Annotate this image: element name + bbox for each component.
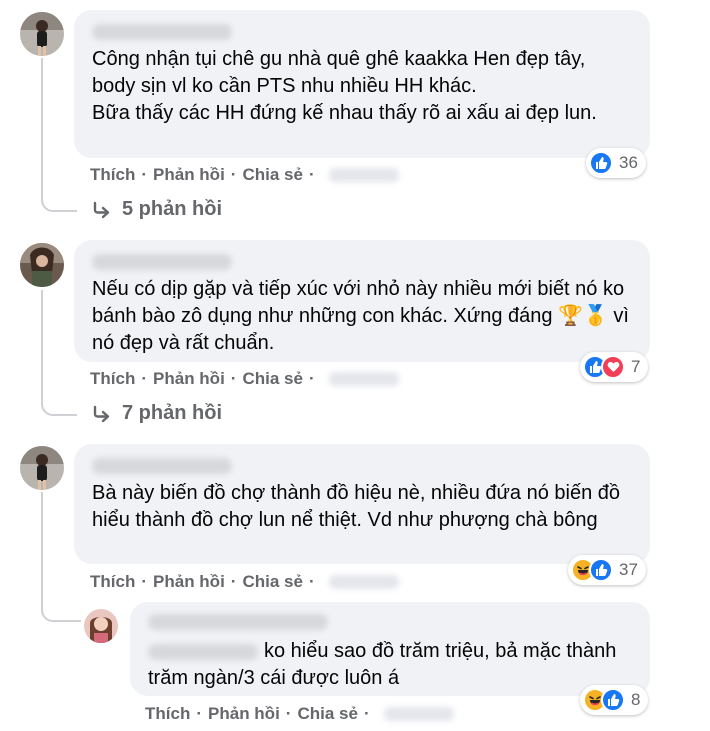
separator: · [141,165,148,184]
separator: · [196,704,203,723]
thread-line [41,58,43,198]
thread-curve [41,588,81,622]
avatar[interactable] [20,446,64,490]
comment-actions: Thích · Phản hồi · Chia sẻ · [90,369,399,389]
thread-curve [41,384,77,416]
timestamp[interactable] [328,168,399,182]
avatar[interactable] [20,12,64,56]
reaction-count: 8 [631,690,641,709]
reply-button[interactable]: Phản hồi [153,572,225,592]
share-button[interactable]: Chia sẻ [242,369,302,389]
author-name[interactable] [92,458,232,474]
separator: · [141,572,148,591]
love-reaction-icon [601,355,625,379]
avatar[interactable] [20,243,64,287]
reply-button[interactable]: Phản hồi [208,704,280,724]
comment-bubble: Bà này biến đồ chợ thành đồ hiệu nè, nhi… [74,444,650,564]
reply-arrow-icon [93,201,110,218]
reaction-count: 7 [631,357,641,376]
separator: · [230,165,237,184]
like-button[interactable]: Thích [90,165,135,185]
share-button[interactable]: Chia sẻ [242,165,302,185]
share-button[interactable]: Chia sẻ [297,704,357,724]
reply-button[interactable]: Phản hồi [153,165,225,185]
separator: · [230,369,237,388]
reaction-summary[interactable]: 8 [580,685,649,715]
author-name[interactable] [92,254,232,270]
reply-actions: Thích · Phản hồi · Chia sẻ · [145,704,454,724]
like-reaction-icon [589,151,613,175]
timestamp[interactable] [383,707,454,721]
share-button[interactable]: Chia sẻ [242,572,302,592]
reply-bubble: ko hiểu sao đồ trăm triệu, bả mặc thành … [130,602,650,696]
reply-text: ko hiểu sao đồ trăm triệu, bả mặc thành … [148,638,632,692]
thread-curve [41,180,77,212]
view-replies-link[interactable]: 7 phản hồi [92,402,222,425]
separator: · [230,572,237,591]
like-button[interactable]: Thích [90,572,135,592]
author-name[interactable] [148,614,328,630]
timestamp[interactable] [328,372,399,386]
replies-count-label: 5 phản hồi [122,198,222,220]
like-reaction-icon [601,688,625,712]
timestamp[interactable] [328,575,399,589]
comment-text: Bà này biến đồ chợ thành đồ hiệu nè, nhi… [92,482,626,531]
reaction-count: 36 [619,153,638,172]
comment-bubble: Nếu có dịp gặp và tiếp xúc với nhỏ này n… [74,240,650,362]
reply-button[interactable]: Phản hồi [153,369,225,389]
comment-actions: Thích · Phản hồi · Chia sẻ · [90,165,399,185]
reaction-summary[interactable]: 37 [568,555,646,585]
replies-count-label: 7 phản hồi [122,402,222,424]
comment-actions: Thích · Phản hồi · Chia sẻ · [90,572,399,592]
view-replies-link[interactable]: 5 phản hồi [92,198,222,221]
comment-text: Nếu có dịp gặp và tiếp xúc với nhỏ này n… [92,278,635,354]
like-button[interactable]: Thích [90,369,135,389]
separator: · [308,369,315,388]
like-button[interactable]: Thích [145,704,190,724]
reaction-summary[interactable]: 36 [586,148,646,178]
separator: · [308,572,315,591]
reply-arrow-icon [93,405,110,422]
separator: · [308,165,315,184]
author-name[interactable] [92,24,232,40]
comment-text: Công nhận tụi chê gu nhà quê ghê kaakka … [92,48,597,124]
mention-tag[interactable] [148,643,258,660]
comment-bubble: Công nhận tụi chê gu nhà quê ghê kaakka … [74,10,650,158]
reaction-count: 37 [619,560,638,579]
avatar[interactable] [84,609,118,643]
separator: · [141,369,148,388]
separator: · [363,704,370,723]
like-reaction-icon [589,558,613,582]
separator: · [285,704,292,723]
thread-line [41,492,43,602]
reaction-summary[interactable]: 7 [580,352,649,382]
